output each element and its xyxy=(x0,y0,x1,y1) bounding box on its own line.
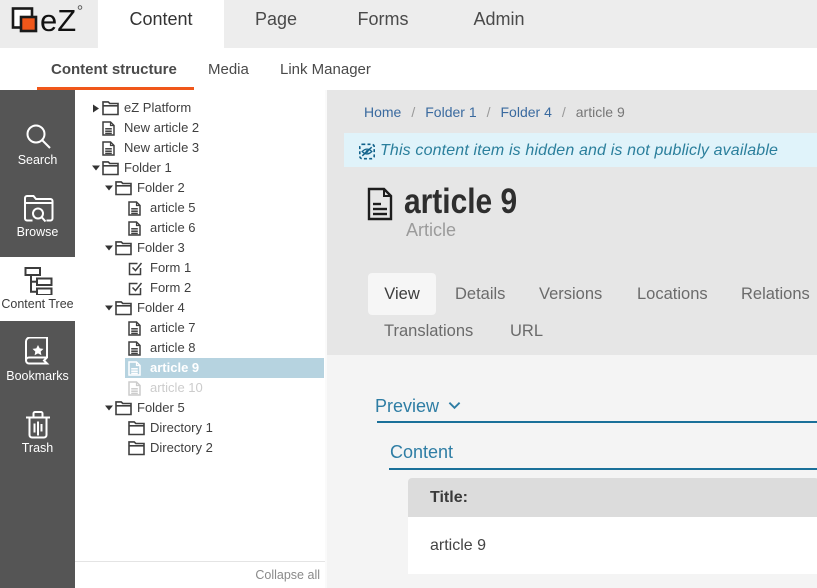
svg-text:eZ: eZ xyxy=(40,3,76,38)
